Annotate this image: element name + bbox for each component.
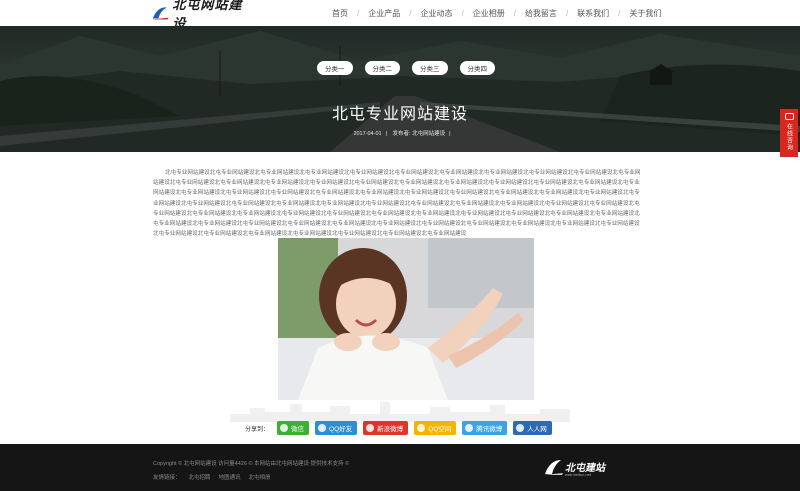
main-nav: 首页 / 企业产品 / 企业动态 / 企业相册 / 给我留言 / 联系我们 / … (332, 0, 661, 26)
site-footer: Copyright © 北屯网站建设 访问量4426 © 本网站由北屯网站建设 … (0, 444, 800, 491)
footer-logo-mark-icon (544, 460, 563, 475)
nav-separator: / (618, 8, 621, 18)
article-body: 北屯专业网站建设北屯专业网站建设北屯专业网站建设北屯专业网站建设北屯专业网站建设… (153, 170, 641, 238)
nav-home[interactable]: 首页 (332, 8, 348, 19)
qzone-icon (417, 424, 426, 432)
share-tencent-weibo-label: 腾讯微博 (476, 426, 503, 433)
page-title: 北屯专业网站建设 (331, 106, 468, 123)
skyline-decoration (230, 402, 570, 422)
nav-separator: / (357, 8, 360, 18)
online-consult-label: 在线咨询 (785, 123, 792, 151)
post-meta: 2017-04-01 | 发布者: 北屯网站建设 | (353, 131, 451, 137)
nav-about[interactable]: 关于我们 (629, 8, 661, 19)
category-button-1[interactable]: 分类一 (317, 61, 353, 75)
footer-link-2[interactable]: 地图通讯 (219, 473, 241, 481)
share-weibo-label: 新浪微博 (377, 426, 404, 433)
article-photo (278, 238, 534, 400)
chat-icon (784, 113, 794, 120)
share-label: 分享到： (245, 426, 270, 433)
share-weibo-button[interactable]: 新浪微博 (363, 421, 409, 435)
share-qq-button[interactable]: QQ好友 (315, 421, 358, 435)
weibo-icon (366, 424, 375, 432)
site-logo[interactable]: 北屯网站建设 (150, 0, 250, 32)
share-qzone-label: QQ空间 (428, 426, 452, 433)
category-buttons: 分类一 分类二 分类三 分类四 (317, 61, 495, 75)
category-button-2[interactable]: 分类二 (364, 61, 400, 75)
logo-mark-icon (151, 7, 169, 20)
footer-logo[interactable]: 北屯建站 web.beitun.net (543, 457, 615, 479)
footer-copyright: Copyright © 北屯网站建设 访问量4426 © 本网站由北屯网站建设 … (153, 461, 350, 467)
share-qzone-button[interactable]: QQ空间 (414, 421, 457, 435)
nav-contact[interactable]: 联系我们 (577, 8, 609, 19)
post-date: 2017-04-01 (353, 131, 382, 137)
share-renren-button[interactable]: 人人网 (513, 421, 552, 435)
category-button-3[interactable]: 分类三 (412, 61, 448, 75)
footer-links-label: 友情链接： (153, 475, 181, 481)
renren-icon (516, 424, 525, 432)
nav-products[interactable]: 企业产品 (368, 8, 400, 19)
footer-link-3[interactable]: 北屯相册 (249, 473, 271, 481)
online-consult-button[interactable]: 在线咨询 (780, 109, 798, 157)
share-tencent-weibo-button[interactable]: 腾讯微博 (462, 421, 508, 435)
nav-news[interactable]: 企业动态 (420, 8, 452, 19)
nav-separator: / (461, 8, 464, 18)
wechat-icon (280, 424, 289, 432)
nav-guestbook[interactable]: 给我留言 (525, 8, 557, 19)
share-renren-label: 人人网 (527, 426, 547, 433)
share-wechat-label: 微信 (291, 426, 305, 433)
share-bar: 分享到： 微信 QQ好友 新浪微博 QQ空间 腾讯微博 人人网 (245, 421, 552, 435)
site-header: 北屯网站建设 首页 / 企业产品 / 企业动态 / 企业相册 / 给我留言 / … (0, 0, 800, 32)
footer-logo-subtext: web.beitun.net (565, 472, 592, 477)
category-button-4[interactable]: 分类四 (459, 61, 495, 75)
share-wechat-button[interactable]: 微信 (277, 421, 310, 435)
tencent-weibo-icon (465, 424, 474, 432)
nav-separator: / (409, 8, 412, 18)
post-publisher: 发布者: 北屯网站建设 (392, 131, 446, 137)
qq-icon (318, 424, 327, 432)
footer-link-1[interactable]: 北屯招聘 (189, 473, 211, 481)
share-qq-label: QQ好友 (329, 426, 353, 433)
hero-banner: 分类一 分类二 分类三 分类四 北屯专业网站建设 2017-04-01 | 发布者… (0, 26, 800, 152)
nav-separator: / (565, 8, 569, 18)
nav-album[interactable]: 企业相册 (473, 8, 505, 19)
nav-separator: / (513, 8, 516, 18)
footer-links: 友情链接： 北屯招聘 地图通讯 北屯相册 (153, 473, 271, 481)
